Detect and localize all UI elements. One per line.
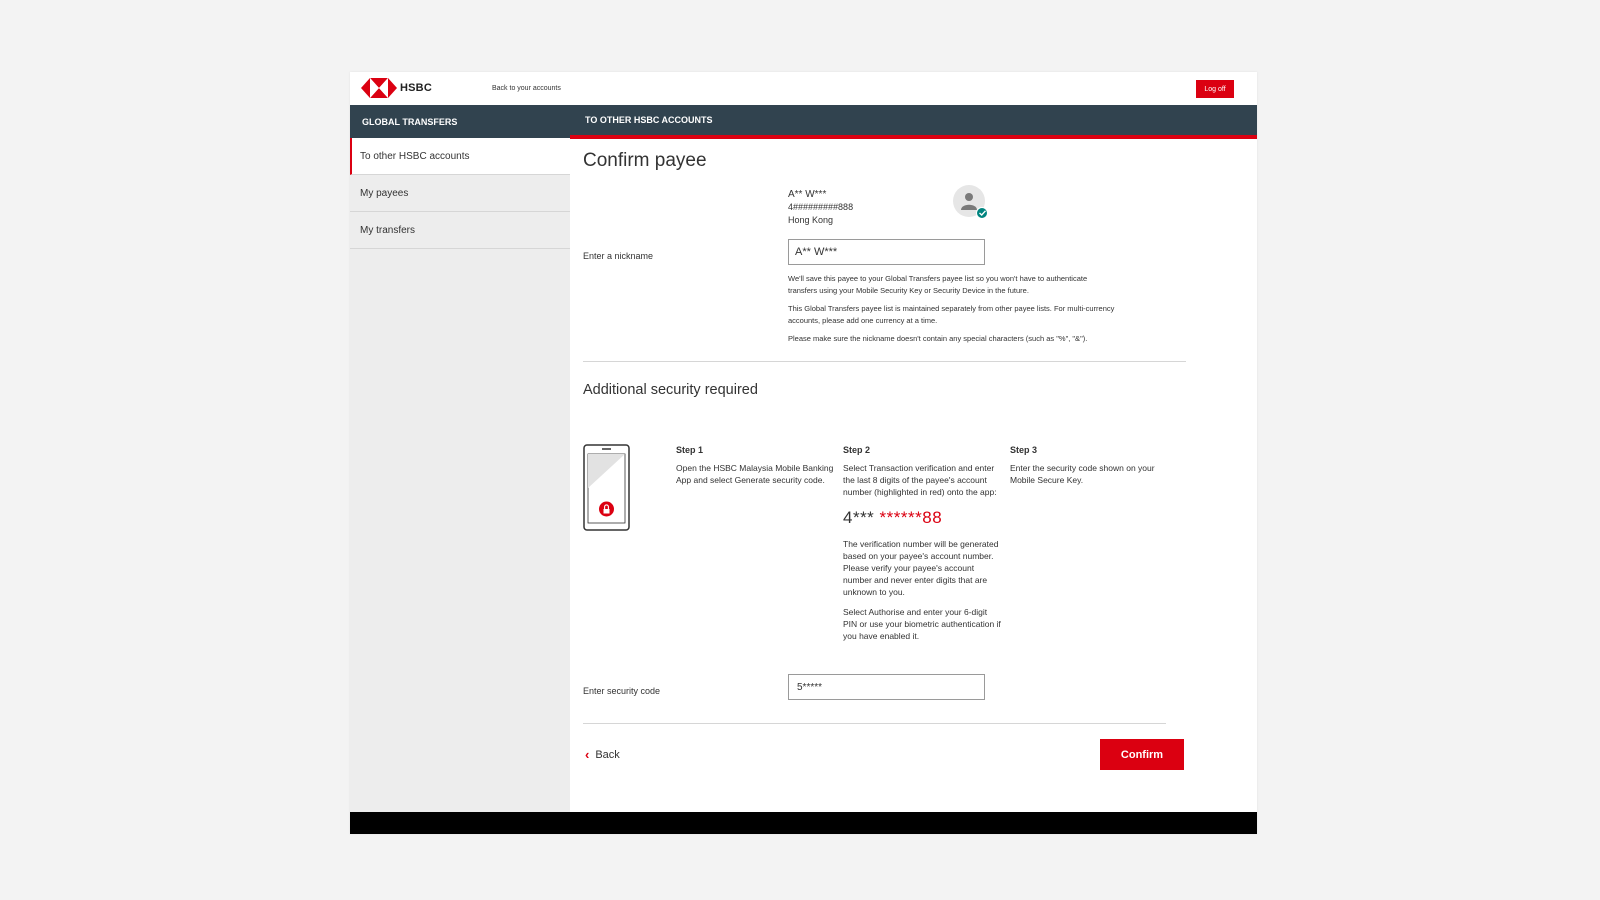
step-2: Step 2 Select Transaction verification a… xyxy=(843,444,1003,650)
nickname-input[interactable] xyxy=(788,239,985,265)
main-content: Confirm payee A** W*** 4#########888 Hon… xyxy=(570,139,1257,812)
step-2-text: Select Transaction verification and ente… xyxy=(843,463,997,497)
mobile-phone-lock-icon xyxy=(583,444,631,537)
browser-frame: HSBC Back to your accounts Log off GLOBA… xyxy=(350,72,1257,834)
step-1: Step 1 Open the HSBC Malaysia Mobile Ban… xyxy=(676,444,836,494)
payee-name: A** W*** xyxy=(788,189,827,200)
note-payee-list: This Global Transfers payee list is main… xyxy=(788,304,1115,325)
payee-location: Hong Kong xyxy=(788,215,834,225)
back-button[interactable]: ‹ Back xyxy=(585,747,620,762)
security-code-label: Enter security code xyxy=(583,686,661,696)
step-3-text: Enter the security code shown on your Mo… xyxy=(1010,463,1155,485)
verification-number-highlight: ******88 xyxy=(879,508,943,527)
sidebar-title: GLOBAL TRANSFERS xyxy=(350,105,570,138)
step-3: Step 3 Enter the security code shown on … xyxy=(1010,444,1170,494)
top-bar: HSBC Back to your accounts Log off xyxy=(350,72,1257,105)
step-1-heading: Step 1 xyxy=(676,445,704,455)
sidebar-item-my-payees[interactable]: My payees xyxy=(350,175,570,212)
brand-name: HSBC xyxy=(400,82,432,94)
hsbc-hexagon-logo-icon xyxy=(361,78,397,98)
verification-number: 4*** ******88 xyxy=(843,508,1003,528)
sidebar: GLOBAL TRANSFERS To other HSBC accounts … xyxy=(350,105,570,812)
note-save-payee: We'll save this payee to your Global Tra… xyxy=(788,274,1088,295)
verified-check-badge xyxy=(976,207,988,219)
sidebar-item-to-other-hsbc-accounts[interactable]: To other HSBC accounts xyxy=(350,138,570,175)
step-1-text: Open the HSBC Malaysia Mobile Banking Ap… xyxy=(676,463,834,485)
step-3-heading: Step 3 xyxy=(1010,445,1038,455)
chevron-left-icon: ‹ xyxy=(585,747,590,762)
section-header: TO OTHER HSBC ACCOUNTS xyxy=(570,105,1257,139)
user-icon xyxy=(961,193,977,210)
security-code-input[interactable] xyxy=(788,674,985,700)
divider xyxy=(583,361,1186,362)
nickname-label: Enter a nickname xyxy=(583,251,654,261)
back-to-accounts-link[interactable]: Back to your accounts xyxy=(492,85,561,92)
note-special-characters: Please make sure the nickname doesn't co… xyxy=(788,334,1088,343)
confirm-button[interactable]: Confirm xyxy=(1100,739,1184,770)
verification-number-prefix: 4*** xyxy=(843,508,875,527)
step-2-info-1: The verification number will be generate… xyxy=(843,539,999,597)
footer-bar xyxy=(350,812,1257,834)
sidebar-item-my-transfers[interactable]: My transfers xyxy=(350,212,570,249)
back-label: Back xyxy=(595,748,620,761)
page-title: Confirm payee xyxy=(583,150,707,171)
step-2-heading: Step 2 xyxy=(843,445,871,455)
security-section-title: Additional security required xyxy=(583,382,758,398)
divider xyxy=(583,723,1166,724)
payee-account-number: 4#########888 xyxy=(788,202,854,212)
step-2-info-2: Select Authorise and enter your 6-digit … xyxy=(843,607,1001,641)
hsbc-logo[interactable]: HSBC xyxy=(361,78,432,98)
check-icon xyxy=(978,210,986,216)
logoff-button[interactable]: Log off xyxy=(1196,80,1234,98)
